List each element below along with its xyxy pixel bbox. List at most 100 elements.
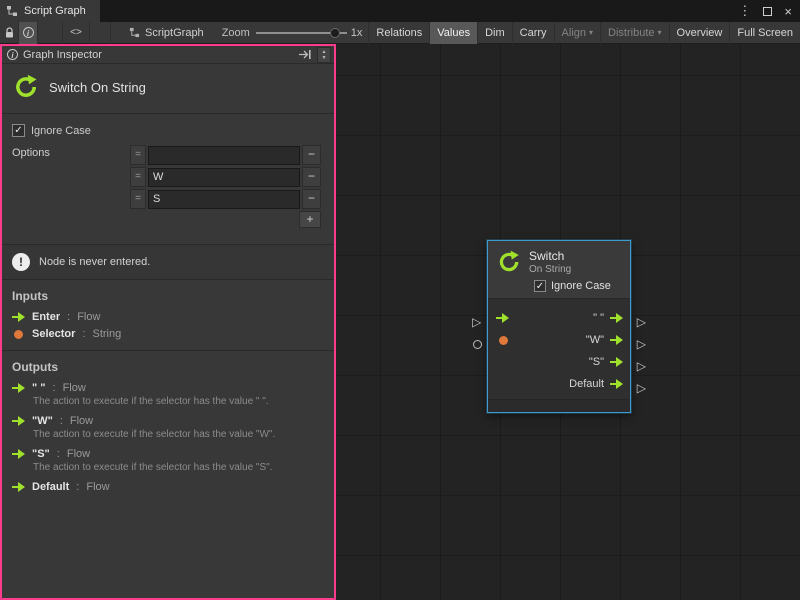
values-button[interactable]: Values [429,22,477,44]
outputs-section: Outputs " " : Flow The action to execute… [2,350,334,495]
node-port-label: Default [569,378,604,390]
script-graph-window: Script Graph ⋮ × i <> ScriptGraph Zoom [0,0,800,600]
options-row: Options = − = − = − + [2,141,334,234]
lock-button[interactable] [0,22,19,44]
port-description: The action to execute if the selector ha… [2,396,334,412]
fullscreen-button[interactable]: Full Screen [729,22,800,44]
check-icon: ✓ [536,281,544,292]
add-option-button[interactable]: + [299,211,321,228]
external-value-circle-icon[interactable] [473,340,482,349]
scroll-down-icon[interactable]: ▼ [322,55,327,61]
graph-name-label: ScriptGraph [145,27,204,39]
external-output-triangle-icon[interactable]: ▷ [637,338,646,350]
options-label: Options [12,145,130,228]
flow-port-icon [12,416,25,426]
chevron-down-icon: ▾ [658,29,662,37]
ignore-case-checkbox[interactable]: ✓ [12,124,25,137]
zoom-label: Zoom [222,27,250,39]
external-output-triangle-icon[interactable]: ▷ [637,316,646,328]
inspector-header-title: Graph Inspector [23,49,102,61]
inputs-header: Inputs [2,280,334,308]
window-tab[interactable]: Script Graph [0,0,100,22]
info-icon: i [7,49,18,60]
inspector-toggle-button[interactable]: i [19,22,38,44]
output-port-row: "S" : Flow [2,445,334,462]
menu-icon[interactable]: ⋮ [738,3,751,19]
titlebar: Script Graph ⋮ × [0,0,800,22]
external-input-triangle-icon[interactable]: ▷ [472,316,481,328]
selector-port-icon[interactable] [499,336,508,345]
port-type: Flow [86,481,109,493]
node-port-row: "S" [488,351,630,373]
align-button[interactable]: Align▾ [554,22,600,44]
code-view-button[interactable]: <> [62,22,90,44]
info-icon: i [23,27,34,38]
node-port-label: " " [593,312,604,324]
remove-option-button[interactable]: − [302,145,321,165]
option-input-2[interactable] [148,190,300,209]
node-port-row: "W" [488,329,630,351]
node-subtitle: On String [529,264,571,275]
panel-scroll-spinner[interactable]: ▲ ▼ [317,47,331,63]
port-type: Flow [77,311,100,323]
flow-port-icon [12,482,25,492]
flow-port-icon[interactable] [610,357,623,367]
node-title-text: Switch On String [49,80,146,95]
flow-port-icon [12,383,25,393]
maximize-icon[interactable] [763,7,772,16]
node-ignore-case-checkbox[interactable]: ✓ [534,280,546,292]
dim-button[interactable]: Dim [477,22,512,44]
zoom-slider[interactable] [256,22,347,44]
options-list: = − = − = − + [130,145,321,228]
drag-handle-icon[interactable]: = [130,167,146,187]
flow-port-icon[interactable] [610,379,623,389]
ignore-case-row: ✓ Ignore Case [2,114,334,141]
node-port-label: "W" [586,334,604,346]
dock-panel-icon[interactable] [298,49,312,60]
remove-option-button[interactable]: − [302,189,321,209]
toolbar-buttons: Relations Values Dim Carry Align▾ Distri… [368,22,800,44]
outputs-header: Outputs [2,351,334,379]
switch-node[interactable]: Switch On String ✓ Ignore Case " " " [487,240,631,413]
list-item: = − [130,145,321,165]
drag-handle-icon[interactable]: = [130,145,146,165]
close-icon[interactable]: × [784,4,792,19]
flow-port-icon[interactable] [610,335,623,345]
graph-icon [129,27,140,38]
port-type: Flow [67,448,90,460]
chevron-down-icon: ▾ [589,29,593,37]
option-input-0[interactable] [148,146,300,165]
graph-canvas[interactable]: Switch On String ✓ Ignore Case " " " [336,44,800,600]
port-name: "S" [32,448,50,460]
zoom-slider-thumb[interactable] [330,28,340,38]
node-header[interactable]: Switch On String ✓ Ignore Case [488,241,630,299]
node-title: Switch [529,249,571,263]
graph-inspector-panel: i Graph Inspector ▲ ▼ Switch On String ✓… [0,44,336,600]
external-output-triangle-icon[interactable]: ▷ [637,382,646,394]
relations-button[interactable]: Relations [368,22,429,44]
port-description: The action to execute if the selector ha… [2,429,334,445]
flow-port-icon [12,449,25,459]
node-footer [488,399,630,412]
distribute-button[interactable]: Distribute▾ [600,22,668,44]
port-name: Default [32,481,69,493]
value-port-icon [14,330,23,339]
code-icon: <> [70,27,82,38]
port-name: Selector [32,328,75,340]
output-port-row: Default : Flow [2,478,334,495]
external-output-triangle-icon[interactable]: ▷ [637,360,646,372]
option-input-1[interactable] [148,168,300,187]
overview-button[interactable]: Overview [669,22,730,44]
port-name: " " [32,382,46,394]
remove-option-button[interactable]: − [302,167,321,187]
flow-port-icon [12,312,25,322]
script-graph-icon [6,5,18,17]
inspected-node-title: Switch On String [2,64,334,114]
flow-port-icon[interactable] [610,313,623,323]
output-port-row: " " : Flow [2,379,334,396]
graph-breadcrumb[interactable]: ScriptGraph [111,27,214,39]
carry-button[interactable]: Carry [512,22,554,44]
input-port-row: Enter : Flow [2,308,334,325]
enter-port-icon[interactable] [496,313,509,323]
drag-handle-icon[interactable]: = [130,189,146,209]
